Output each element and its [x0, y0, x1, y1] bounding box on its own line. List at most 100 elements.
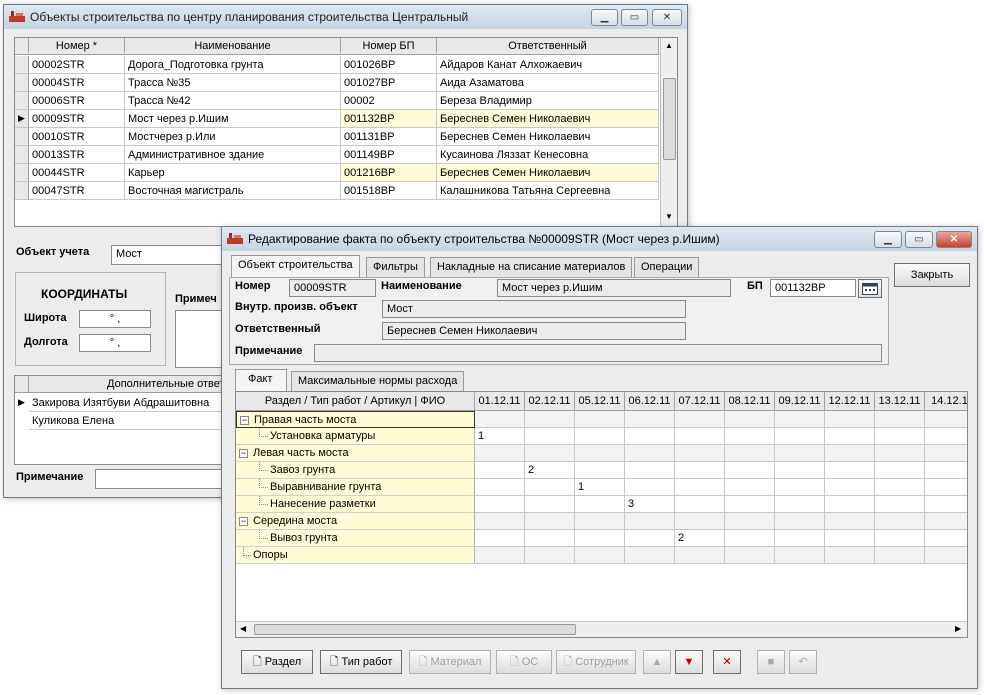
tab-filters[interactable]: Фильтры	[366, 257, 425, 277]
tree-label-cell[interactable]: Завоз грунта	[236, 462, 475, 479]
fact-value-cell[interactable]	[825, 445, 875, 462]
fact-value-cell[interactable]	[825, 496, 875, 513]
grid-column-header[interactable]: Номер БП	[341, 38, 437, 55]
fact-value-cell[interactable]	[825, 428, 875, 445]
tab-object[interactable]: Объект строительства	[231, 255, 360, 277]
fact-value-cell[interactable]	[875, 428, 925, 445]
fact-value-cell[interactable]	[675, 479, 725, 496]
tree-row[interactable]: − Середина моста	[236, 513, 967, 530]
fact-value-cell[interactable]	[925, 496, 967, 513]
extra-responsibles-grid[interactable]: Дополнительные ответ ▶ Закирова Изятбуви…	[14, 375, 228, 465]
tab-fact[interactable]: Факт	[235, 369, 288, 391]
grid-cell[interactable]: 001149BP	[341, 146, 437, 164]
fact-value-cell[interactable]	[925, 513, 967, 530]
name-field[interactable]: Мост через р.Ишим	[497, 279, 731, 297]
responsible-field[interactable]: Береснев Семен Николаевич	[382, 322, 686, 340]
objects-window-titlebar[interactable]: Объекты строительства по центру планиров…	[4, 5, 687, 29]
fact-grid-header[interactable]: Раздел / Тип работ / Артикул | ФИО	[236, 392, 475, 411]
grid-cell[interactable]: 001132BP	[341, 110, 437, 128]
fact-value-cell[interactable]	[925, 428, 967, 445]
fact-value-cell[interactable]	[525, 428, 575, 445]
scroll-down-arrow-icon[interactable]: ▼	[665, 212, 673, 221]
latitude-field[interactable]: ° ,	[79, 310, 151, 328]
objects-grid[interactable]: Номер * Наименование Номер БП Ответственный…	[14, 37, 678, 227]
fact-value-cell[interactable]	[825, 479, 875, 496]
add-os-button[interactable]: 🗋 ОС	[496, 650, 552, 674]
fact-value-cell[interactable]	[775, 479, 825, 496]
grid-cell[interactable]: Мост через р.Ишим	[125, 110, 341, 128]
tree-label-cell[interactable]: Нанесение разметки	[236, 496, 475, 513]
tree-label-cell[interactable]: − Середина моста	[236, 513, 475, 530]
fact-value-cell[interactable]	[525, 513, 575, 530]
add-work-type-button[interactable]: 🗋 Тип работ	[320, 650, 402, 674]
maximize-button[interactable]: ▭	[905, 231, 933, 248]
tree-label-cell[interactable]: Выравнивание грунта	[236, 479, 475, 496]
grid-cell[interactable]: 001518BP	[341, 182, 437, 200]
fact-value-cell[interactable]	[875, 496, 925, 513]
fact-value-cell[interactable]: 1	[575, 479, 625, 496]
tree-row[interactable]: Вывоз грунта 2	[236, 530, 967, 547]
grid-cell[interactable]: 001216BP	[341, 164, 437, 182]
fact-value-cell[interactable]	[475, 530, 525, 547]
delete-row-button[interactable]: ✕	[713, 650, 741, 674]
grid-cell[interactable]: 00002	[341, 92, 437, 110]
fact-value-cell[interactable]	[825, 462, 875, 479]
grid-cell[interactable]: Аида Азаматова	[437, 74, 659, 92]
add-employee-button[interactable]: 🗋 Сотрудник	[556, 650, 636, 674]
grid-cell[interactable]: 00013STR	[29, 146, 125, 164]
grid-cell[interactable]: 00047STR	[29, 182, 125, 200]
fact-value-cell[interactable]	[775, 411, 825, 428]
date-column-header[interactable]: 05.12.11	[575, 392, 625, 411]
tree-row[interactable]: Завоз грунта 2	[236, 462, 967, 479]
scroll-left-arrow-icon[interactable]: ◀	[240, 624, 246, 633]
grid-cell[interactable]: 001027BP	[341, 74, 437, 92]
tree-row[interactable]: − Правая часть моста	[236, 411, 967, 428]
tab-waybills[interactable]: Накладные на списание материалов	[430, 257, 633, 277]
fact-value-cell[interactable]	[725, 445, 775, 462]
bp-field[interactable]: 001132BP	[770, 279, 856, 297]
tree-label-cell[interactable]: Вывоз грунта	[236, 530, 475, 547]
fact-value-cell[interactable]	[575, 530, 625, 547]
fact-value-cell[interactable]	[825, 530, 875, 547]
grid-column-header[interactable]: Ответственный	[437, 38, 659, 55]
fact-value-cell[interactable]	[475, 496, 525, 513]
move-up-button[interactable]: ▲	[643, 650, 671, 674]
collapse-minus-icon[interactable]: −	[240, 416, 249, 425]
tree-row[interactable]: − Левая часть моста	[236, 445, 967, 462]
fact-value-cell[interactable]	[775, 547, 825, 564]
fact-value-cell[interactable]	[725, 496, 775, 513]
grid-cell[interactable]: 00002STR	[29, 56, 125, 74]
close-form-button[interactable]: Закрыть	[894, 263, 970, 287]
grid-cell[interactable]: Восточная магистраль	[125, 182, 341, 200]
tree-row[interactable]: Опоры	[236, 547, 967, 564]
scroll-right-arrow-icon[interactable]: ▶	[955, 624, 961, 633]
extra-row[interactable]: Закирова Изятбуви Абдрашитовна	[29, 394, 227, 412]
grid-cell[interactable]: 00004STR	[29, 74, 125, 92]
date-column-header[interactable]: 01.12.11	[475, 392, 525, 411]
objects-grid-scrollbar[interactable]: ▲ ▼	[660, 38, 677, 226]
fact-value-cell[interactable]	[475, 479, 525, 496]
fact-value-cell[interactable]	[725, 530, 775, 547]
grid-cell[interactable]: 001026BP	[341, 56, 437, 74]
save-button[interactable]: ■	[757, 650, 785, 674]
grid-cell[interactable]: 00010STR	[29, 128, 125, 146]
fact-value-cell[interactable]	[525, 411, 575, 428]
fact-value-cell[interactable]: 2	[525, 462, 575, 479]
grid-cell[interactable]: 00006STR	[29, 92, 125, 110]
fact-value-cell[interactable]	[575, 513, 625, 530]
fact-value-cell[interactable]: 3	[625, 496, 675, 513]
fact-value-cell[interactable]	[775, 513, 825, 530]
fact-value-cell[interactable]	[475, 547, 525, 564]
fact-value-cell[interactable]	[475, 411, 525, 428]
note-area[interactable]	[175, 310, 225, 368]
fact-value-cell[interactable]	[875, 530, 925, 547]
fact-value-cell[interactable]	[575, 496, 625, 513]
fact-value-cell[interactable]	[575, 428, 625, 445]
undo-button[interactable]: ↶	[789, 650, 817, 674]
grid-cell[interactable]: Калашникова Татьяна Сергеевна	[437, 182, 659, 200]
fact-value-cell[interactable]	[625, 445, 675, 462]
fact-value-cell[interactable]	[625, 547, 675, 564]
fact-value-cell[interactable]	[725, 513, 775, 530]
fact-value-cell[interactable]	[875, 411, 925, 428]
grid-cell[interactable]: Трасса №35	[125, 74, 341, 92]
